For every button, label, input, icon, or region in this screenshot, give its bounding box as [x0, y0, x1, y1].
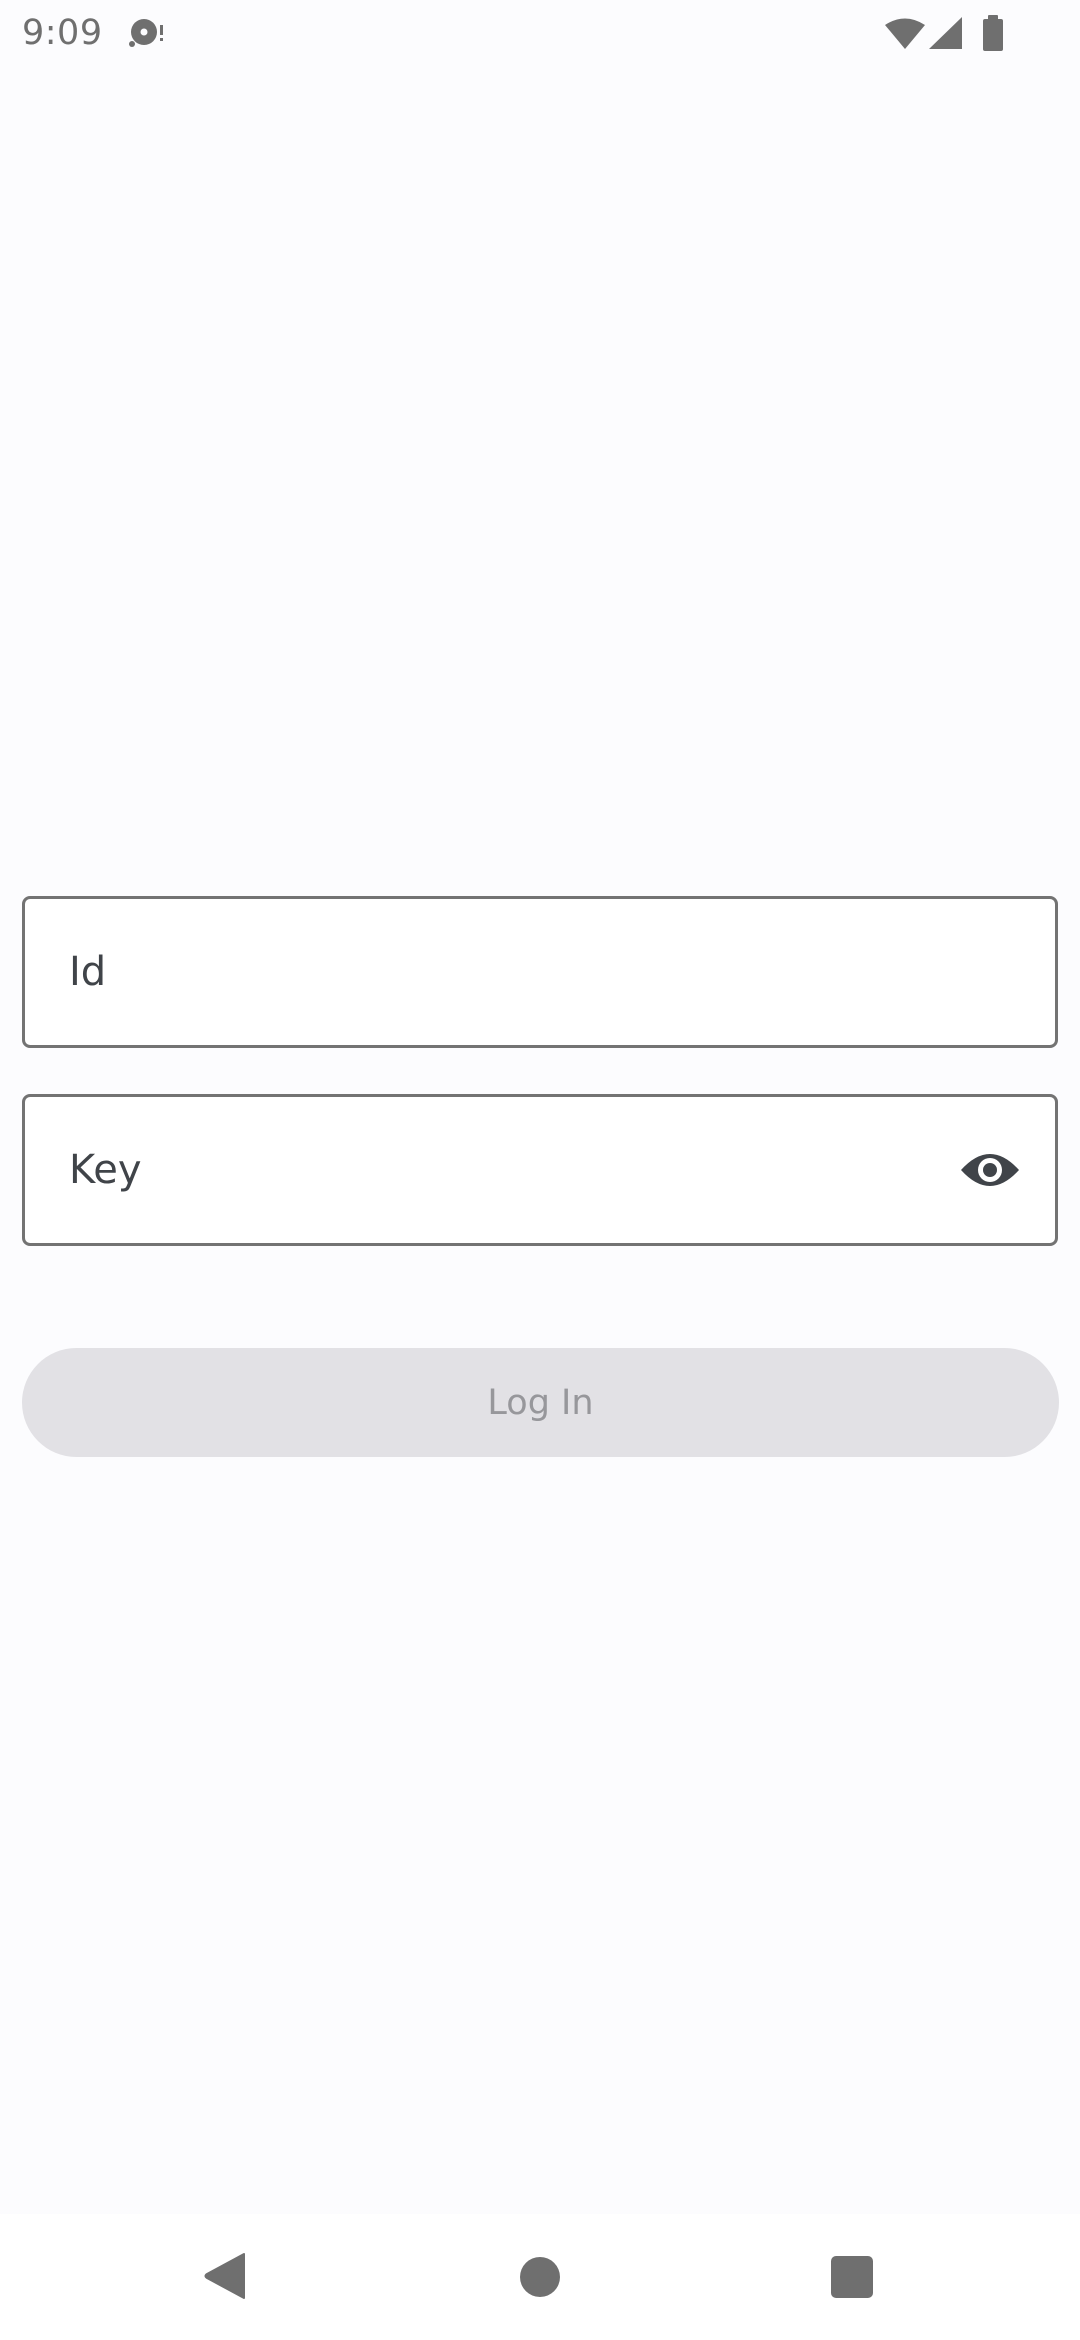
home-icon[interactable]	[519, 2256, 561, 2298]
login-screen: { "status_bar": { "time": "9:09", "icons…	[0, 0, 1080, 2340]
signal-icon	[929, 17, 962, 49]
eye-icon[interactable]	[959, 1148, 1021, 1192]
status-time: 9:09	[22, 13, 103, 53]
id-field[interactable]: Id	[22, 896, 1058, 1048]
battery-icon	[983, 15, 1003, 51]
login-button[interactable]: Log In	[22, 1348, 1059, 1457]
media-disc-icon	[129, 19, 163, 47]
navigation-bar	[0, 2214, 1080, 2340]
id-field-placeholder: Id	[69, 949, 107, 995]
status-bar: 9:09	[0, 0, 1080, 66]
login-button-label: Log In	[487, 1382, 594, 1423]
back-icon[interactable]	[204, 2252, 246, 2300]
wifi-icon	[885, 18, 925, 49]
key-field-placeholder: Key	[69, 1147, 142, 1193]
recents-icon[interactable]	[830, 2255, 874, 2299]
key-field[interactable]: Key	[22, 1094, 1058, 1246]
